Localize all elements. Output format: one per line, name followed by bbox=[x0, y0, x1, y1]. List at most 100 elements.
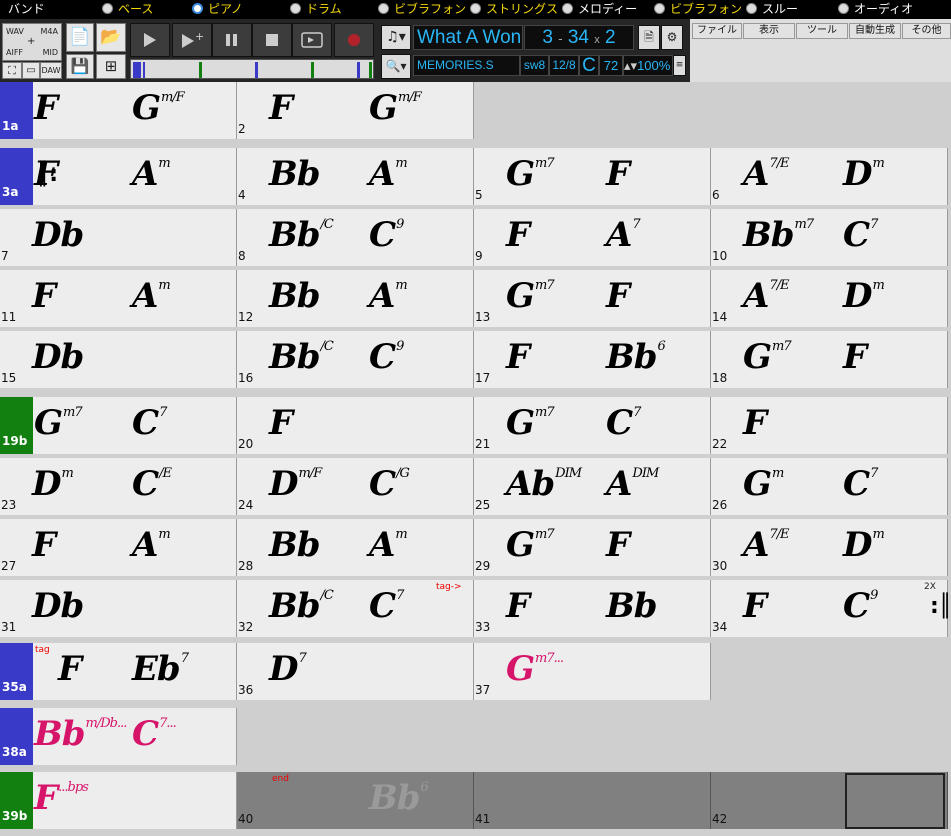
chord[interactable]: F bbox=[606, 276, 630, 316]
track-radio[interactable] bbox=[192, 3, 203, 14]
daw-button[interactable]: DAW bbox=[40, 62, 62, 79]
chord[interactable]: Am bbox=[132, 276, 171, 316]
bar-25[interactable]: 25 AbDIM ADIM bbox=[474, 458, 711, 515]
style-ext-field[interactable]: sw8 bbox=[520, 55, 549, 76]
track-5[interactable]: ストリングス bbox=[470, 1, 558, 18]
chord[interactable]: Gm7 bbox=[506, 525, 555, 565]
song-title-field[interactable]: What A Won bbox=[413, 25, 523, 50]
chord[interactable]: C9 bbox=[369, 215, 404, 255]
chord[interactable]: C7... bbox=[132, 714, 177, 754]
chord[interactable]: Bb bbox=[269, 525, 321, 565]
bar-22[interactable]: 22 F bbox=[711, 397, 948, 454]
chord[interactable]: Bb/C bbox=[269, 586, 334, 626]
section-marker[interactable]: 19b bbox=[0, 397, 33, 454]
chord[interactable]: F bbox=[32, 276, 56, 316]
record-button[interactable] bbox=[334, 23, 374, 57]
track-0[interactable]: バンド bbox=[8, 1, 45, 18]
chord[interactable]: Gm/F bbox=[132, 88, 185, 128]
chord[interactable]: Dm bbox=[843, 276, 885, 316]
play-from-button[interactable]: + bbox=[172, 23, 212, 57]
bar-range-field[interactable]: 3 - 34 x 2 bbox=[524, 25, 634, 50]
key-field[interactable]: C bbox=[579, 55, 599, 76]
chord[interactable]: A7/E bbox=[743, 525, 790, 565]
chord[interactable]: ADIM bbox=[606, 464, 659, 504]
new-file-button[interactable]: 📄 bbox=[66, 23, 94, 52]
chord[interactable]: C7 bbox=[606, 403, 641, 443]
menu-view[interactable]: 表示 bbox=[743, 23, 795, 39]
chord[interactable]: F...bps bbox=[34, 778, 89, 818]
chord[interactable]: C7 bbox=[843, 215, 878, 255]
selection-box[interactable] bbox=[845, 773, 945, 829]
chord[interactable]: Am bbox=[132, 154, 171, 194]
bar-28[interactable]: 28 Bb Am bbox=[237, 519, 474, 576]
bar-29[interactable]: 29 Gm7 F bbox=[474, 519, 711, 576]
loop-button[interactable] bbox=[292, 23, 332, 57]
track-radio[interactable] bbox=[838, 3, 849, 14]
bar-41[interactable]: 41 bbox=[474, 772, 711, 829]
section-marker[interactable]: 38a bbox=[0, 708, 33, 765]
bar-17[interactable]: 17 F Bb6 bbox=[474, 331, 711, 388]
tempo-spinner[interactable]: ▴▾100% bbox=[623, 55, 673, 76]
chord[interactable]: Gm7 bbox=[506, 403, 555, 443]
chord[interactable]: AbDIM bbox=[506, 464, 582, 504]
bar-13[interactable]: 13 Gm7 F bbox=[474, 270, 711, 327]
bar-23[interactable]: 23 Dm C/E bbox=[0, 458, 237, 515]
chord[interactable]: C9 bbox=[843, 586, 878, 626]
stop-button[interactable] bbox=[252, 23, 292, 57]
chord[interactable]: Bbm7 bbox=[743, 215, 814, 255]
menu-file[interactable]: ファイル bbox=[692, 23, 742, 39]
track-3[interactable]: ドラム bbox=[290, 1, 342, 18]
track-radio[interactable] bbox=[378, 3, 389, 14]
chord[interactable]: Eb7 bbox=[132, 649, 189, 689]
chord[interactable]: F bbox=[743, 403, 767, 443]
chord-sheet[interactable]: 1a F Gm/F 2 F Gm/F 3a F Am 4 Bb Am 5 Gm7 F 6 A7/E Dm ║: 7 Db… bbox=[0, 82, 951, 836]
menu-other[interactable]: その他 bbox=[902, 23, 951, 39]
chord[interactable]: Am bbox=[369, 276, 408, 316]
chord[interactable]: Am bbox=[369, 525, 408, 565]
chord[interactable]: D7 bbox=[269, 649, 307, 689]
style-field[interactable]: MEMORIES.S bbox=[413, 55, 520, 76]
chord[interactable]: Gm7 bbox=[506, 154, 555, 194]
chord[interactable]: Bb bbox=[606, 586, 658, 626]
track-7[interactable]: ビブラフォン bbox=[654, 1, 742, 18]
chord[interactable]: F bbox=[606, 525, 630, 565]
chord[interactable]: Am bbox=[369, 154, 408, 194]
save-button[interactable]: 💾 bbox=[66, 54, 94, 79]
chord[interactable]: Gm/F bbox=[369, 88, 422, 128]
chord[interactable]: F bbox=[58, 649, 82, 689]
pause-button[interactable] bbox=[212, 23, 252, 57]
chord[interactable]: F bbox=[843, 337, 867, 377]
bar-4[interactable]: 4 Bb Am bbox=[237, 148, 474, 205]
wav-m4a-panel[interactable]: WAV M4A + AIFF MID bbox=[2, 23, 62, 61]
notation-button[interactable]: ♫▾ bbox=[381, 25, 411, 50]
menu-tools[interactable]: ツール bbox=[796, 23, 848, 39]
play-button[interactable] bbox=[130, 23, 170, 57]
bar-38a[interactable]: 38a Bbm/Db... C7... bbox=[0, 708, 237, 765]
bar-14[interactable]: 14 A7/E Dm bbox=[711, 270, 948, 327]
settings-button[interactable]: ⚙ bbox=[661, 25, 683, 50]
bar-34[interactable]: 34 F C9 bbox=[711, 580, 948, 637]
bar-36[interactable]: 36 D7 bbox=[237, 643, 474, 700]
bar-10[interactable]: 10 Bbm7 C7 bbox=[711, 209, 948, 266]
chord[interactable]: Bb bbox=[269, 154, 321, 194]
chord[interactable] bbox=[269, 778, 270, 818]
track-radio[interactable] bbox=[746, 3, 757, 14]
bar-37[interactable]: 37 Gm7... bbox=[474, 643, 711, 700]
chord[interactable]: Db bbox=[32, 337, 84, 377]
chord[interactable]: Dm bbox=[32, 464, 74, 504]
chord[interactable]: C7 bbox=[369, 586, 404, 626]
chord[interactable]: Bb6 bbox=[606, 337, 666, 377]
chord[interactable]: Am bbox=[132, 525, 171, 565]
chord[interactable]: F bbox=[269, 403, 293, 443]
chord[interactable]: F bbox=[506, 586, 530, 626]
bar-19b[interactable]: 19b Gm7 C7 bbox=[0, 397, 237, 454]
track-9[interactable]: オーディオ bbox=[838, 1, 913, 18]
bar-18[interactable]: 18 Gm7 F bbox=[711, 331, 948, 388]
bar-11[interactable]: 11 F Am bbox=[0, 270, 237, 327]
track-radio[interactable] bbox=[654, 3, 665, 14]
section-marker[interactable]: 35a bbox=[0, 643, 33, 700]
time-signature-field[interactable]: 12/8 bbox=[549, 55, 579, 76]
chord[interactable]: Db bbox=[32, 586, 84, 626]
track-4[interactable]: ビブラフォン bbox=[378, 1, 466, 18]
menu-auto-generate[interactable]: 自動生成 bbox=[849, 23, 901, 39]
